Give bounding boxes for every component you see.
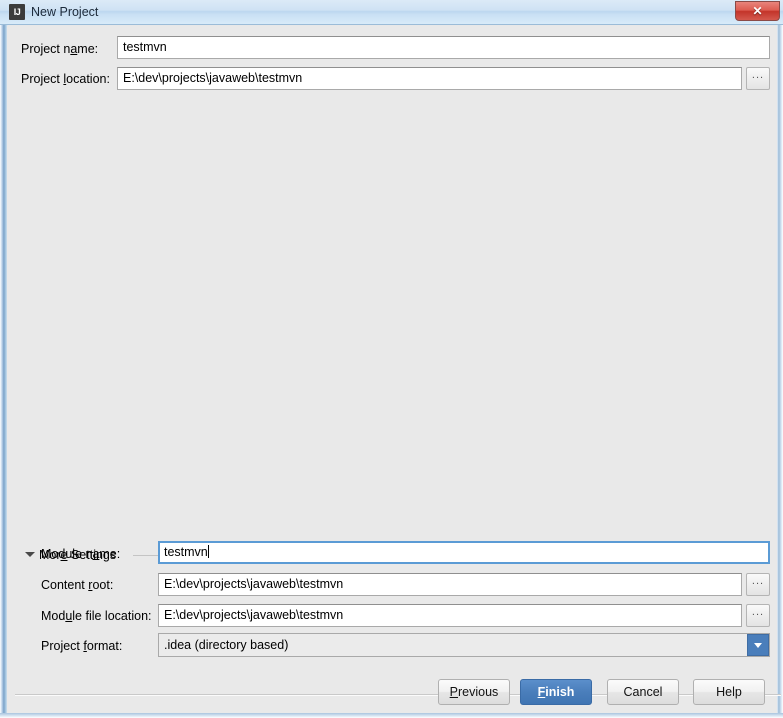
content-root-browse-button[interactable]: ... [746,573,770,596]
title-bar: IJ New Project ✕ [0,0,783,25]
module-file-location-input[interactable]: E:\dev\projects\javaweb\testmvn [158,604,742,627]
project-location-label: Project location: [21,72,110,86]
previous-button[interactable]: Previous [438,679,510,705]
module-name-input[interactable]: testmvn [158,541,770,564]
project-location-input[interactable]: E:\dev\projects\javaweb\testmvn [117,67,742,90]
window-border-bottom [0,713,783,718]
window-title: New Project [31,5,99,19]
finish-button[interactable]: Finish [520,679,592,705]
intellij-app-icon: IJ [9,4,25,20]
project-name-label: Project name: [21,42,99,56]
chevron-down-icon-project-format[interactable] [747,634,769,656]
project-format-label: Project format: [41,639,123,653]
module-file-location-label: Module file location: [41,609,152,623]
project-location-browse-button[interactable]: ... [746,67,770,90]
content-root-input[interactable]: E:\dev\projects\javaweb\testmvn [158,573,742,596]
new-project-dialog: IJ New Project ✕ Project name: testmvn P… [0,0,783,718]
text-caret [207,545,209,558]
close-icon[interactable]: ✕ [735,1,780,21]
dialog-content: Project name: testmvn Project location: … [7,26,781,713]
project-name-input[interactable]: testmvn [117,36,770,59]
module-name-label: Module name: [41,547,121,561]
window-border-right [777,25,783,718]
cancel-button[interactable]: Cancel [607,679,679,705]
project-format-select[interactable]: .idea (directory based) [158,633,770,657]
chevron-down-icon[interactable] [25,552,35,557]
help-button[interactable]: Help [693,679,765,705]
content-root-label: Content root: [41,578,114,592]
module-file-location-browse-button[interactable]: ... [746,604,770,627]
